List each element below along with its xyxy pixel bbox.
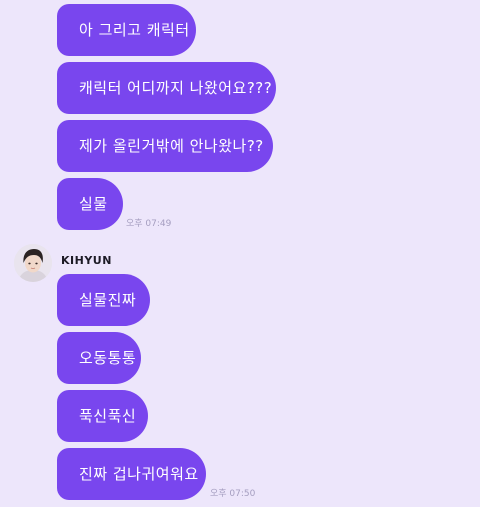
profile-photo-icon [14,244,52,282]
message-bubble[interactable]: 진짜 겁나귀여워요 [57,448,206,500]
message-timestamp: 오후 07:50 [210,489,256,499]
message-bubble[interactable]: 실물진짜 [57,274,150,326]
message-bubble[interactable]: 오동통통 [57,332,141,384]
message-bubble[interactable]: 아 그리고 캐릭터 [57,4,196,56]
message-bubble[interactable]: 푹신푹신 [57,390,148,442]
sender-name: KIHYUN [61,254,112,267]
message-bubble[interactable]: 캐릭터 어디까지 나왔어요??? [57,62,276,114]
message-bubble[interactable]: 제가 올린거밖에 안나왔나?? [57,120,273,172]
message-timestamp: 오후 07:49 [126,219,172,229]
avatar[interactable] [14,244,52,282]
message-bubble[interactable]: 실물 [57,178,123,230]
